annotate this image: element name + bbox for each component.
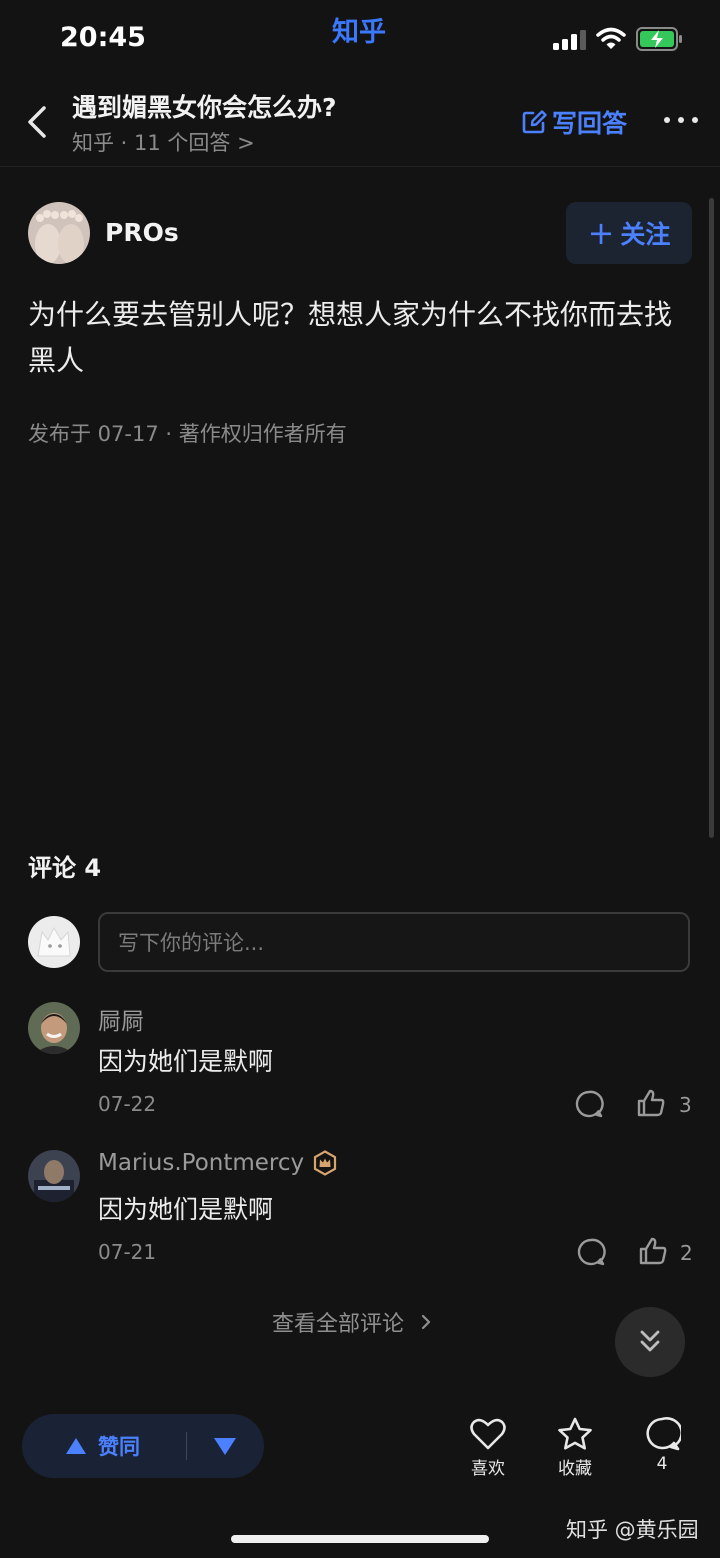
comment-username-text: 屙屙 — [98, 1009, 144, 1035]
follow-label: 关注 — [620, 220, 671, 249]
star-icon — [558, 1417, 592, 1450]
status-time: 20:45 — [60, 22, 146, 53]
wifi-icon — [596, 27, 626, 49]
vote-group: 赞同 — [22, 1414, 264, 1478]
header-divider — [0, 166, 720, 167]
downvote-button[interactable] — [212, 1434, 238, 1458]
heart-icon — [470, 1418, 506, 1450]
avatar-feet-image — [28, 202, 90, 264]
back-icon[interactable] — [24, 104, 52, 140]
comment-button[interactable]: 4 — [627, 1416, 697, 1474]
vote-separator — [186, 1432, 187, 1460]
favorite-label: 收藏 — [558, 1459, 592, 1479]
comment-input-placeholder: 写下你的评论... — [118, 931, 265, 955]
avatar-photo-image — [28, 1150, 80, 1202]
write-answer-button[interactable]: 写回答 — [520, 104, 627, 140]
answer-content: 为什么要去管别人呢？想想人家为什么不找你而去找黑人 — [28, 298, 673, 377]
home-indicator[interactable] — [231, 1535, 489, 1543]
signal-icon — [553, 30, 586, 50]
write-answer-label: 写回答 — [552, 109, 628, 138]
avatar-man-image — [28, 1002, 80, 1054]
triangle-up-icon — [66, 1438, 86, 1454]
author-name[interactable]: PROs — [105, 218, 179, 247]
like-button[interactable]: 喜欢 — [453, 1416, 523, 1479]
question-title[interactable]: 遇到媚黑女你会怎么办? — [72, 88, 337, 124]
view-all-label: 查看全部评论 — [272, 1312, 405, 1337]
double-chevron-down-icon — [640, 1330, 660, 1352]
comments-header: 评论 4 — [28, 854, 102, 882]
status-brand: 知乎 — [332, 17, 386, 48]
comment-text: 因为她们是默啊 — [98, 1047, 274, 1076]
battery-icon — [636, 27, 682, 51]
comment-text: 因为她们是默啊 — [98, 1195, 274, 1224]
comment-avatar[interactable] — [28, 1002, 80, 1054]
answer-meta: 发布于 07-17 · 著作权归作者所有 — [28, 422, 347, 446]
comment-count: 4 — [656, 1454, 668, 1474]
crown-badge-icon — [314, 1150, 337, 1176]
like-label: 喜欢 — [471, 1459, 505, 1479]
upvote-button[interactable]: 赞同 — [64, 1414, 140, 1478]
upvote-label: 赞同 — [98, 1435, 140, 1459]
question-subtitle[interactable]: 知乎 · 11 个回答 > — [72, 127, 255, 157]
favorite-button[interactable]: 收藏 — [540, 1416, 610, 1479]
next-answer-button[interactable] — [615, 1307, 685, 1377]
more-icon[interactable] — [663, 114, 699, 126]
watermark: 知乎 @黄乐园 — [566, 1518, 699, 1542]
comment-like-count: 2 — [680, 1241, 693, 1265]
thumb-up-icon[interactable] — [636, 1088, 666, 1118]
comment-username[interactable]: Marius.Pontmercy — [98, 1150, 338, 1176]
chevron-right-icon — [421, 1314, 431, 1330]
comment-reply-icon[interactable] — [574, 1089, 604, 1119]
follow-button[interactable]: + 关注 — [566, 202, 692, 264]
edit-icon — [522, 110, 547, 134]
plus-icon: + — [587, 214, 615, 252]
comment-like-count: 3 — [679, 1093, 692, 1117]
my-avatar — [28, 916, 80, 968]
comment-username-text: Marius.Pontmercy — [98, 1150, 305, 1176]
scrollbar[interactable] — [709, 198, 714, 838]
thumb-up-icon[interactable] — [638, 1236, 668, 1266]
default-avatar-image — [28, 916, 80, 968]
comment-avatar[interactable] — [28, 1150, 80, 1202]
comment-username[interactable]: 屙屙 — [98, 1002, 144, 1036]
comment-reply-icon[interactable] — [576, 1237, 606, 1267]
comment-date: 07-22 — [98, 1092, 157, 1116]
author-avatar[interactable] — [28, 202, 90, 264]
comment-date: 07-21 — [98, 1240, 157, 1264]
comment-input[interactable]: 写下你的评论... — [98, 912, 690, 972]
view-all-comments-link[interactable]: 查看全部评论 — [272, 1306, 434, 1338]
comment-icon — [646, 1417, 681, 1451]
